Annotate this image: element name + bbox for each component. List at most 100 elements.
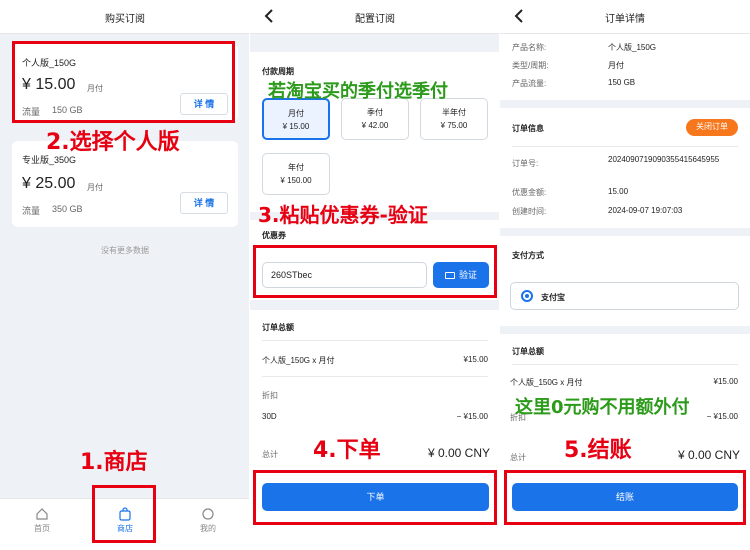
discount-code: 30D [262, 412, 277, 421]
payment-option-alipay[interactable]: 支付宝 [510, 282, 739, 310]
product-info: 产品名称: 个人版_150G 类型/周期: 月付 产品流量: 150 GB [500, 34, 750, 100]
order-info-section: 订单信息 关闭订单 订单号: 2024090719090355415645955… [500, 108, 750, 228]
cycle-name: 年付 [288, 163, 304, 172]
order-detail-panel: 订单详情 产品名称: 个人版_150G 类型/周期: 月付 产品流量: 150 … [500, 0, 750, 550]
tab-home[interactable]: 首页 [22, 507, 62, 534]
divider [262, 376, 488, 377]
flow-value: 350 GB [52, 204, 83, 214]
discount-label: 折扣 [262, 391, 278, 400]
cycle-option-yearly[interactable]: 年付 ¥ 150.00 [262, 153, 330, 195]
annotation-step3: 3.粘贴优惠券-验证 [258, 203, 428, 227]
configure-panel: 配置订阅 付款周期 月付 ¥ 15.00 季付 ¥ 42.00 半年付 ¥ 75… [250, 0, 500, 550]
total-label: 总计 [510, 453, 526, 462]
cycle-option-quarterly[interactable]: 季付 ¥ 42.00 [341, 98, 409, 140]
store-header: 购买订阅 [0, 0, 250, 34]
plan-period: 月付 [87, 84, 103, 93]
payment-section: 支付方式 支付宝 [500, 236, 750, 326]
section-title: 订单总额 [512, 347, 544, 356]
cycle-name: 季付 [367, 108, 383, 117]
info-key: 创建时间: [512, 207, 547, 216]
plan-card-personal[interactable]: 个人版_150G ¥ 15.00 月付 流量 150 GB 详 情 [12, 44, 238, 122]
payment-label: 支付宝 [541, 293, 565, 302]
order-detail-header: 订单详情 [500, 0, 750, 34]
cycle-option-halfyear[interactable]: 半年付 ¥ 75.00 [420, 98, 488, 140]
info-key: 类型/周期: [512, 61, 549, 70]
tab-label: 首页 [34, 524, 50, 533]
divider [262, 340, 488, 341]
page-title: 购买订阅 [105, 14, 145, 25]
info-value: 2024-09-07 19:07:03 [608, 206, 683, 215]
discount-value: − ¥15.00 [706, 412, 738, 421]
cycle-price: ¥ 15.00 [282, 122, 310, 131]
section-title: 订单总额 [262, 323, 294, 332]
tab-store[interactable]: 商店 [105, 507, 145, 534]
line-price: ¥15.00 [713, 377, 738, 386]
ticket-icon [444, 272, 455, 280]
shopping-bag-icon [119, 507, 131, 521]
cycle-option-monthly[interactable]: 月付 ¥ 15.00 [262, 98, 330, 140]
checkout-button[interactable]: 结账 [512, 483, 738, 511]
cycle-price: ¥ 42.00 [361, 121, 389, 130]
home-icon [36, 508, 48, 520]
plan-name: 个人版_150G [22, 58, 77, 68]
section-title: 付款周期 [262, 67, 294, 76]
plan-period: 月付 [87, 183, 103, 192]
cycle-name: 月付 [288, 109, 304, 118]
no-more-data: 没有更多数据 [101, 246, 149, 255]
section-title: 支付方式 [512, 251, 544, 260]
discount-value: − ¥15.00 [456, 412, 488, 421]
info-value: 15.00 [608, 187, 629, 196]
divider [512, 146, 738, 147]
total-value: ¥ 0.00 CNY [427, 446, 490, 460]
configure-header: 配置订阅 [250, 0, 500, 34]
total-label: 总计 [262, 450, 278, 459]
info-key: 优惠金额: [512, 188, 547, 197]
info-value: 个人版_150G [608, 43, 657, 52]
divider [512, 364, 738, 365]
detail-button[interactable]: 详 情 [180, 93, 228, 115]
cycle-name: 半年付 [442, 108, 466, 117]
section-title: 订单信息 [512, 124, 544, 133]
info-key: 产品流量: [512, 79, 547, 88]
tab-profile[interactable]: 我的 [188, 507, 228, 534]
line-price: ¥15.00 [463, 355, 488, 364]
coupon-input[interactable]: 260STbec [262, 262, 427, 288]
annotation-step2: 2.选择个人版 [46, 130, 180, 155]
radio-selected-icon [521, 290, 533, 302]
line-item: 个人版_150G x 月付 [510, 378, 583, 387]
coupon-section: 优惠券 260STbec 验证 [250, 220, 500, 300]
flow-value: 150 GB [52, 105, 83, 115]
cycle-section: 付款周期 月付 ¥ 15.00 季付 ¥ 42.00 半年付 ¥ 75.00 年… [250, 52, 500, 212]
line-item: 个人版_150G x 月付 [262, 356, 335, 365]
annotation-step5: 5.结账 [564, 438, 632, 463]
detail-button[interactable]: 详 情 [180, 192, 228, 214]
page-title: 配置订阅 [355, 14, 395, 25]
annotation-tip: 若淘宝买的季付选季付 [268, 81, 448, 102]
plan-price: ¥ 15.00 [22, 76, 76, 93]
store-panel: 购买订阅 个人版_150G ¥ 15.00 月付 流量 150 GB 详 情 专… [0, 0, 250, 550]
info-key: 订单号: [512, 159, 539, 168]
info-value: 月付 [608, 61, 624, 70]
verify-label: 验证 [458, 270, 477, 280]
profile-icon [202, 508, 214, 520]
flow-label: 流量 [22, 206, 41, 216]
section-title: 优惠券 [262, 231, 286, 240]
tab-label: 商店 [117, 524, 133, 533]
order-number: 2024090719090355415645955 [608, 155, 720, 164]
total-value: ¥ 0.00 CNY [677, 448, 740, 462]
page-title: 订单详情 [605, 14, 645, 25]
close-order-button[interactable]: 关闭订单 [686, 119, 738, 136]
bottom-tab-bar: 首页 商店 我的 [0, 498, 250, 550]
annotation-step4: 4.下单 [313, 438, 381, 463]
annotation-tip: 这里0元购不用额外付 [515, 397, 690, 418]
info-value: 150 GB [608, 78, 636, 87]
plan-price: ¥ 25.00 [22, 175, 76, 192]
verify-button[interactable]: 验证 [433, 262, 489, 288]
cycle-price: ¥ 150.00 [280, 176, 312, 185]
info-key: 产品名称: [512, 43, 547, 52]
cycle-price: ¥ 75.00 [440, 121, 468, 130]
annotation-step1: 1.商店 [80, 450, 148, 475]
flow-label: 流量 [22, 107, 41, 117]
place-order-button[interactable]: 下单 [262, 483, 489, 511]
tab-label: 我的 [200, 524, 216, 533]
